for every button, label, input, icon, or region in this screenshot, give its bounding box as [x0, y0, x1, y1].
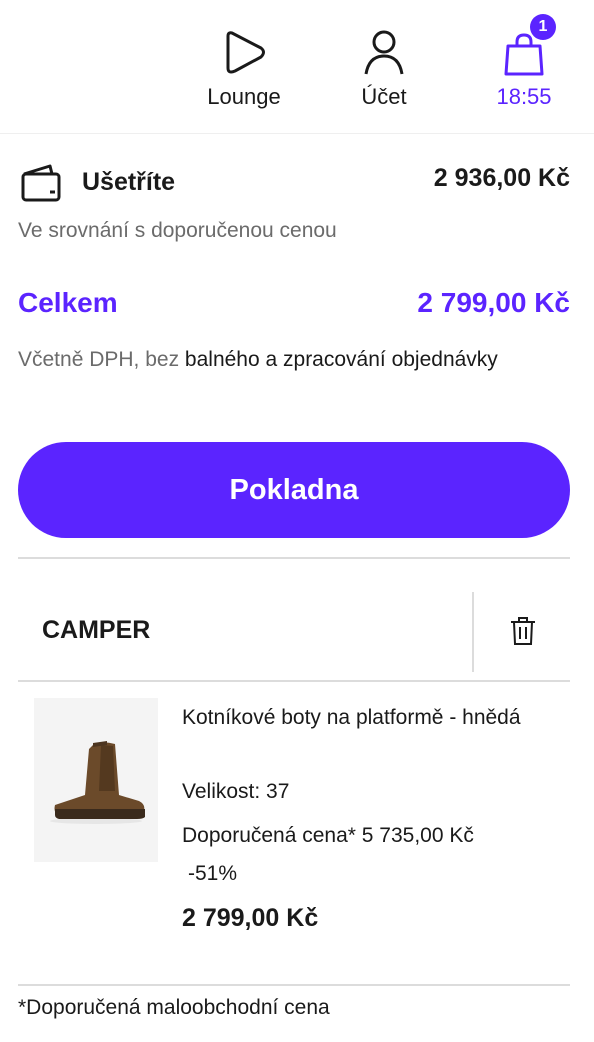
divider: [18, 680, 570, 682]
top-navigation: Lounge Účet 1 18:55: [0, 0, 594, 134]
cart-brand-header: CAMPER: [18, 592, 570, 672]
vertical-divider: [472, 592, 474, 672]
nav-lounge[interactable]: Lounge: [189, 14, 299, 110]
footnote: *Doporučená maloobchodní cena: [18, 996, 330, 1019]
divider: [18, 984, 570, 986]
savings-row: Ušetříte 2 936,00 Kč: [18, 160, 570, 204]
savings-amount: 2 936,00 Kč: [433, 164, 570, 192]
product-name[interactable]: Kotníkové boty na platformě - hnědá: [182, 700, 532, 736]
nav-account-label: Účet: [361, 84, 407, 109]
savings-note: Ve srovnání s doporučenou cenou: [18, 219, 337, 242]
vat-note-text: Včetně DPH, bez: [18, 348, 185, 371]
nav-lounge-label: Lounge: [207, 84, 281, 109]
shopping-bag-icon: 1: [469, 14, 579, 76]
savings-label: Ušetříte: [82, 168, 176, 196]
trash-icon[interactable]: [510, 616, 536, 651]
product-price: 2 799,00 Kč: [182, 904, 319, 932]
discount-percent: -51%: [188, 862, 238, 885]
nav-account[interactable]: Účet: [329, 14, 439, 110]
total-label: Celkem: [18, 287, 118, 318]
divider: [18, 557, 570, 559]
user-icon: [329, 14, 439, 76]
vat-note: Včetně DPH, bez balného a zpracování obj…: [18, 342, 498, 378]
play-icon: [189, 14, 299, 76]
boot-image: [50, 741, 145, 824]
product-image[interactable]: [34, 698, 158, 862]
cart-timer: 18:55: [496, 84, 552, 109]
recommended-price: Doporučená cena* 5 735,00 Kč: [182, 824, 474, 847]
total-amount: 2 799,00 Kč: [417, 287, 570, 318]
cart-count-badge: 1: [530, 14, 556, 40]
product-size: Velikost: 37: [182, 780, 290, 803]
wallet-icon: [20, 164, 62, 207]
checkout-button[interactable]: Pokladna: [18, 442, 570, 538]
shipping-info-link[interactable]: balného a zpracování objednávky: [185, 348, 498, 371]
brand-name: CAMPER: [42, 616, 151, 644]
nav-cart[interactable]: 1 18:55: [469, 14, 579, 110]
